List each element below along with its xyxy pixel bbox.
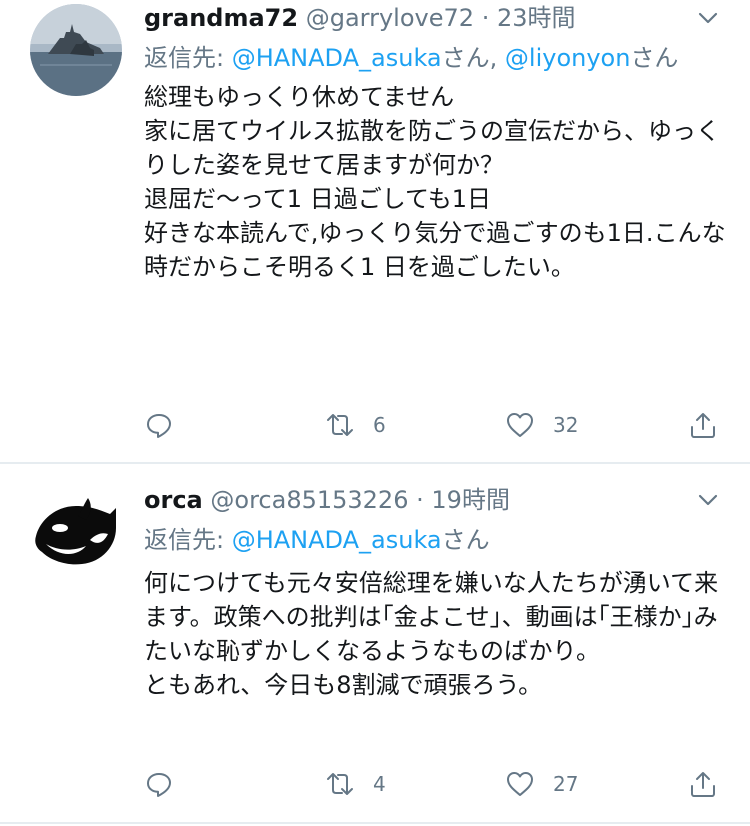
tweet-1[interactable]: grandma72 @garrylove72 · 23時間 返信先: @HANA…: [0, 0, 750, 460]
reply-button[interactable]: [144, 405, 174, 445]
mention-link[interactable]: @HANADA_asuka: [232, 526, 442, 554]
heart-icon: [507, 772, 533, 796]
avatar-image: [30, 480, 122, 572]
mention-link[interactable]: @liyonyon: [505, 44, 631, 72]
honorific: さん: [630, 44, 679, 72]
retweet-icon: [327, 414, 353, 436]
chevron-down-icon[interactable]: [696, 488, 720, 512]
reply-to: 返信先: @HANADA_asukaさん: [144, 522, 730, 558]
retweet-count: 6: [373, 413, 386, 437]
reply-button[interactable]: [144, 764, 174, 804]
display-name[interactable]: grandma72: [144, 4, 298, 32]
share-button[interactable]: [688, 405, 718, 445]
heart-icon: [507, 413, 533, 437]
tweet-divider: [0, 822, 750, 824]
avatar[interactable]: [30, 4, 122, 96]
honorific: さん: [441, 526, 490, 554]
user-handle[interactable]: @orca85153226: [210, 486, 408, 514]
tweet-header: orca @orca85153226 · 19時間: [144, 482, 730, 518]
share-icon: [691, 772, 715, 797]
timestamp[interactable]: 23時間: [497, 4, 576, 32]
retweet-icon: [327, 773, 353, 795]
tweet-actions: 4 27: [0, 764, 750, 804]
honorific: さん,: [441, 44, 505, 72]
tweet-actions: 6 32: [0, 405, 750, 445]
reply-icon: [147, 414, 171, 438]
reply-prefix: 返信先:: [144, 526, 232, 554]
reply-to: 返信先: @HANADA_asukaさん, @liyonyonさん: [144, 40, 730, 76]
avatar-image: [30, 4, 122, 96]
retweet-button[interactable]: 4: [325, 764, 386, 804]
avatar[interactable]: [30, 480, 122, 572]
reply-prefix: 返信先:: [144, 44, 232, 72]
like-count: 27: [553, 772, 579, 796]
tweet-text: 総理もゆっくり休めてません 家に居てウイルス拡散を防ごうの宣伝だから、ゆっくりし…: [144, 83, 726, 281]
share-button[interactable]: [688, 764, 718, 804]
share-icon: [691, 413, 715, 438]
separator: ·: [416, 486, 424, 514]
tweet-2[interactable]: orca @orca85153226 · 19時間 返信先: @HANADA_a…: [0, 464, 750, 826]
user-handle[interactable]: @garrylove72: [306, 4, 474, 32]
reply-icon: [147, 773, 171, 797]
separator: ·: [481, 4, 490, 32]
timestamp[interactable]: 19時間: [431, 486, 510, 514]
chevron-down-icon[interactable]: [696, 6, 720, 30]
tweet-header: grandma72 @garrylove72 · 23時間: [144, 0, 730, 36]
mention-link[interactable]: @HANADA_asuka: [232, 44, 442, 72]
retweet-count: 4: [373, 772, 386, 796]
tweet-text: 何につけても元々安倍総理を嫌いな人たちが湧いて来ます。政策への批判は｢金よこせ｣…: [144, 569, 719, 699]
retweet-button[interactable]: 6: [325, 405, 386, 445]
like-button[interactable]: 32: [505, 405, 578, 445]
like-button[interactable]: 27: [505, 764, 578, 804]
like-count: 32: [553, 413, 579, 437]
display-name[interactable]: orca: [144, 486, 203, 514]
